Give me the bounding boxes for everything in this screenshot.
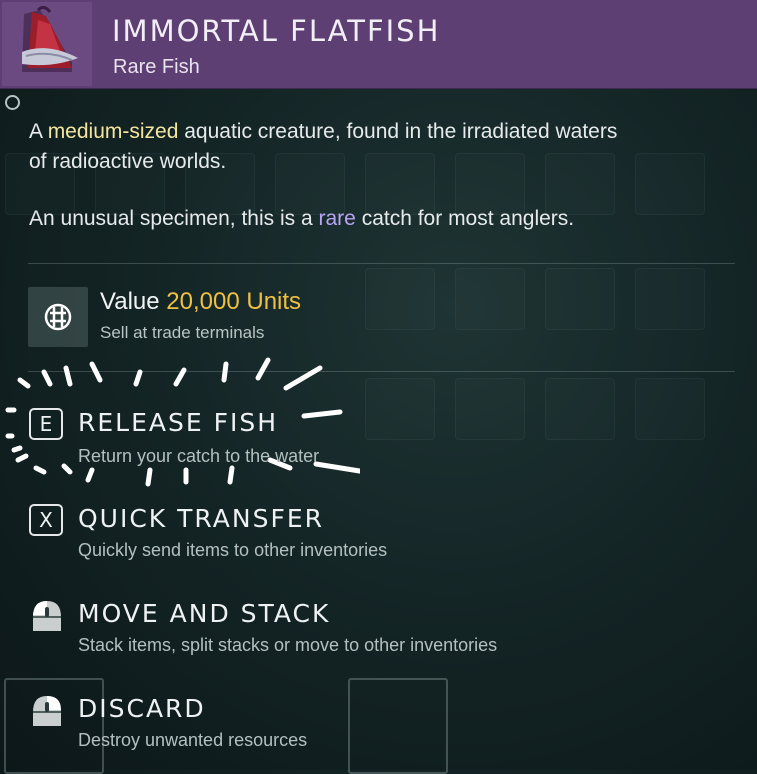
action-title[interactable]: QUICK TRANSFER xyxy=(78,504,324,533)
action-subtext: Stack items, split stacks or move to oth… xyxy=(78,635,498,655)
highlight-size: medium-sized xyxy=(47,120,179,143)
value-line: Value 20,000 Units xyxy=(100,288,302,315)
action-title[interactable]: DISCARD xyxy=(78,694,206,723)
mouse-left-click-icon xyxy=(29,597,65,633)
divider xyxy=(28,263,735,264)
description-line-1: A medium-sized aquatic creature, found i… xyxy=(29,120,618,143)
inventory-slot[interactable] xyxy=(348,678,448,774)
item-title: IMMORTAL FLATFISH xyxy=(112,14,441,48)
action-title[interactable]: MOVE AND STACK xyxy=(78,599,330,628)
flatfish-icon xyxy=(2,2,92,86)
item-rarity: Rare Fish xyxy=(113,56,200,78)
mouse-right-click-icon xyxy=(29,692,65,728)
key-e-icon: E xyxy=(29,408,63,440)
action-subtext: Return your catch to the water xyxy=(78,446,320,466)
action-subtext: Destroy unwanted resources xyxy=(78,730,308,750)
item-header: IMMORTAL FLATFISH Rare Fish xyxy=(0,0,757,89)
units-currency-icon xyxy=(28,287,88,347)
value-amount: 20,000 Units xyxy=(166,288,302,315)
highlight-rarity: rare xyxy=(318,207,356,230)
key-x-icon: X xyxy=(29,504,63,536)
description-line-2: of radioactive worlds. xyxy=(29,150,227,173)
divider xyxy=(28,371,735,372)
value-subtext: Sell at trade terminals xyxy=(100,323,265,342)
action-title[interactable]: RELEASE FISH xyxy=(78,408,278,437)
corner-circle-icon xyxy=(5,95,20,110)
description-line-3: An unusual specimen, this is a rare catc… xyxy=(29,207,575,230)
action-subtext: Quickly send items to other inventories xyxy=(78,540,388,560)
